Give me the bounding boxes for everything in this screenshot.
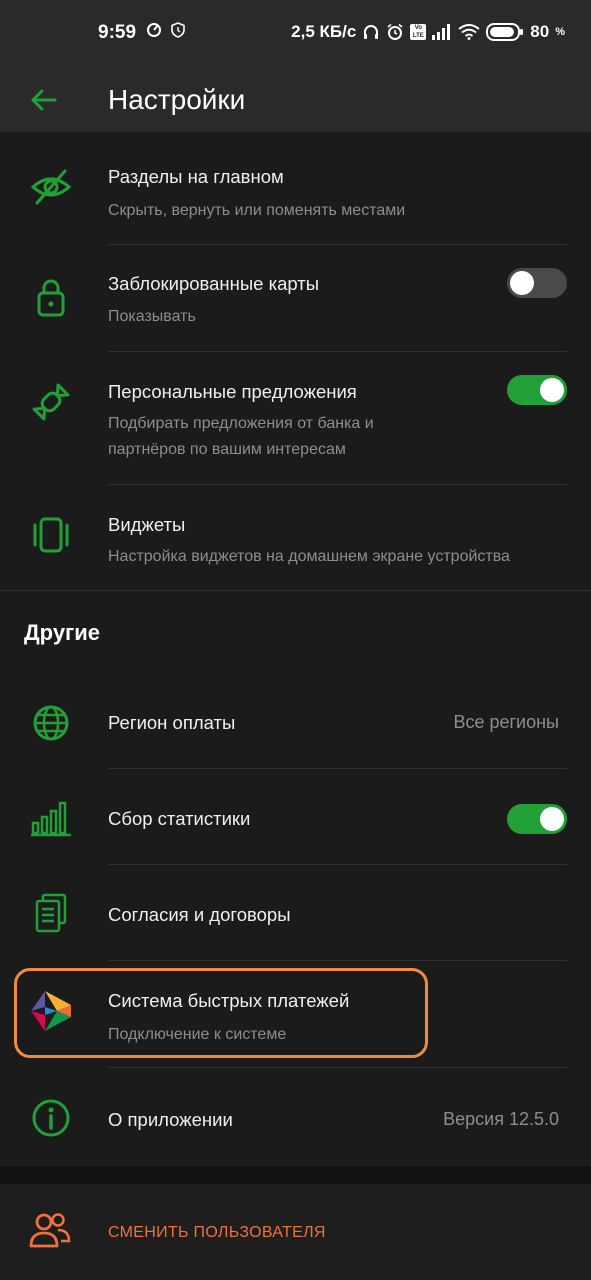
- documents-icon: [28, 890, 74, 936]
- battery-unit: %: [555, 26, 565, 38]
- setting-personal-offers[interactable]: Персональные предложения Подбирать предл…: [0, 351, 591, 484]
- setting-subtitle: Скрыть, вернуть или поменять местами: [108, 202, 406, 219]
- setting-value: Версия 12.5.0: [443, 1109, 559, 1129]
- setting-title: Сбор статистики: [108, 808, 251, 829]
- setting-title: Персональные предложения: [108, 381, 357, 402]
- setting-blocked-cards[interactable]: Заблокированные карты Показывать: [0, 244, 591, 351]
- signal-icon: [432, 24, 451, 40]
- headphones-icon: [364, 25, 379, 39]
- status-left-icons: [146, 22, 186, 38]
- data-saver-icon: [147, 23, 161, 37]
- globe-icon: [28, 700, 74, 746]
- setting-sections-on-main[interactable]: Разделы на главном Скрыть, вернуть или п…: [0, 132, 591, 244]
- battery-level: 80: [530, 22, 550, 41]
- setting-title: Заблокированные карты: [108, 273, 320, 294]
- switch-user-label: СМЕНИТЬ ПОЛЬЗОВАТЕЛЯ: [108, 1224, 326, 1241]
- widgets-icon: [28, 512, 74, 558]
- setting-about-app[interactable]: О приложении Версия 12.5.0: [0, 1067, 591, 1166]
- app-bar: Настройки: [0, 68, 591, 132]
- users-icon: [28, 1210, 72, 1255]
- setting-agreements[interactable]: Согласия и договоры: [0, 864, 591, 960]
- section-title-other: Другие: [24, 620, 100, 645]
- setting-title: Согласия и договоры: [108, 904, 291, 925]
- wifi-icon: [458, 24, 480, 40]
- setting-title: Виджеты: [108, 514, 186, 535]
- setting-subtitle: Настройка виджетов на домашнем экране ус…: [108, 548, 510, 565]
- candy-icon: [28, 379, 74, 425]
- status-right: 2,5 КБ/с Vo LTE 80 %: [291, 22, 565, 42]
- setting-statistics[interactable]: Сбор статистики: [0, 768, 591, 864]
- stats-icon: [28, 794, 74, 840]
- status-bar: 9:59 2,5 КБ/с Vo LTE 80 %: [0, 0, 591, 68]
- switch-user-button[interactable]: СМЕНИТЬ ПОЛЬЗОВАТЕЛЯ: [0, 1184, 591, 1280]
- setting-title: О приложении: [108, 1109, 233, 1130]
- battery-icon: [486, 23, 524, 41]
- setting-payment-region[interactable]: Регион оплаты Все регионы: [0, 672, 591, 768]
- alarm-icon: [387, 23, 403, 40]
- setting-title: Регион оплаты: [108, 712, 236, 733]
- personal-offers-toggle[interactable]: [507, 375, 567, 405]
- setting-title: Разделы на главном: [108, 166, 284, 187]
- network-speed: 2,5 КБ/с: [291, 22, 357, 41]
- setting-subtitle: Подбирать предложения от банка и партнёр…: [108, 415, 374, 458]
- info-icon: [28, 1095, 74, 1141]
- blocked-cards-toggle[interactable]: [507, 268, 567, 298]
- lock-icon: [28, 274, 74, 320]
- eye-off-icon: [28, 164, 74, 210]
- section-divider: [0, 590, 591, 591]
- setting-widgets[interactable]: Виджеты Настройка виджетов на домашнем э…: [0, 484, 591, 590]
- status-time: 9:59: [98, 22, 137, 43]
- shield-icon: [171, 22, 185, 38]
- highlight-frame: [14, 968, 428, 1058]
- bottom-separator: [0, 1166, 591, 1184]
- back-button[interactable]: [24, 76, 64, 124]
- setting-value: Все регионы: [453, 712, 559, 732]
- statistics-toggle[interactable]: [507, 804, 567, 834]
- page-title: Настройки: [108, 84, 246, 115]
- arrow-left-icon: [31, 89, 57, 111]
- volte-badge: Vo LTE: [410, 24, 427, 40]
- setting-subtitle: Показывать: [108, 308, 196, 325]
